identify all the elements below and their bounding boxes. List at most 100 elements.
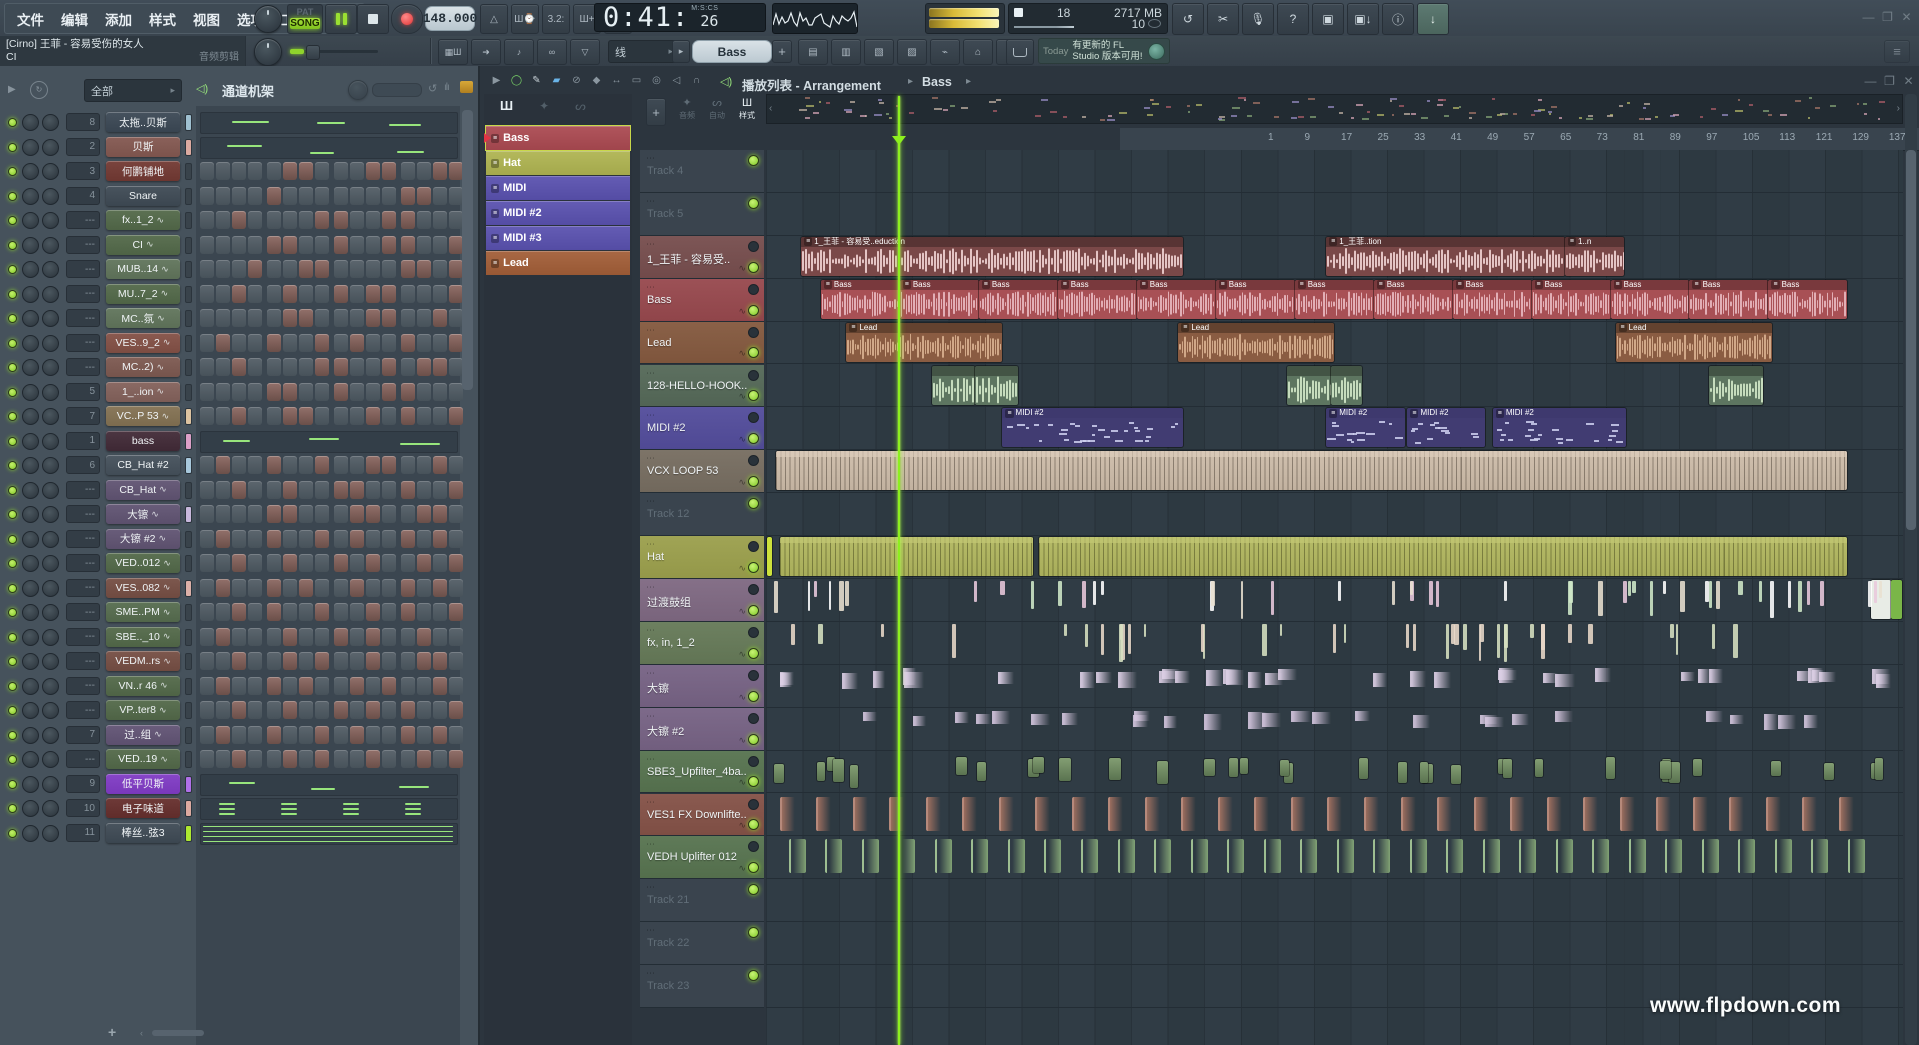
step-cell[interactable] xyxy=(283,383,297,401)
fx-clip[interactable] xyxy=(1204,759,1215,776)
track-header-1[interactable]: ⋯Track 4 xyxy=(640,150,764,193)
stop-button[interactable] xyxy=(357,4,389,34)
step-cell[interactable] xyxy=(401,652,415,670)
pause-button[interactable] xyxy=(325,4,357,34)
hit-clip[interactable] xyxy=(1413,624,1416,651)
step-cell[interactable] xyxy=(449,701,463,719)
track-header-3[interactable]: ⋯1_王菲 - 容易受..∿ xyxy=(640,236,764,279)
step-cell[interactable] xyxy=(232,309,246,327)
picker-pattern-lead[interactable]: ≡Lead xyxy=(486,251,630,275)
channel-number[interactable]: --- xyxy=(66,211,100,229)
hit-clip[interactable] xyxy=(1569,581,1573,603)
track-mute-led[interactable] xyxy=(748,605,759,616)
channel-number[interactable]: 8 xyxy=(66,113,100,131)
channel-volume-knob[interactable] xyxy=(42,384,59,401)
microphone-button[interactable]: 🎙 xyxy=(1242,3,1274,35)
mixer-route-indicator[interactable] xyxy=(185,580,192,597)
uplifter-clip[interactable] xyxy=(825,839,842,873)
channel-led[interactable] xyxy=(8,143,17,152)
track-mute-led[interactable] xyxy=(748,476,759,487)
step-cell[interactable] xyxy=(433,530,447,548)
step-cell[interactable] xyxy=(200,579,214,597)
rack-hscrollbar[interactable] xyxy=(152,1030,204,1036)
downlifter-clip[interactable] xyxy=(1583,797,1600,831)
tab-样式[interactable]: Ш样式 xyxy=(732,97,762,121)
step-cell[interactable] xyxy=(299,309,313,327)
track-led[interactable] xyxy=(748,241,759,252)
mixer-route-indicator[interactable] xyxy=(185,629,192,646)
step-cell[interactable] xyxy=(417,554,431,572)
channel-pan-knob[interactable] xyxy=(22,653,39,670)
crash-clip[interactable] xyxy=(1808,668,1822,683)
step-cell[interactable] xyxy=(299,505,313,523)
step-cell[interactable] xyxy=(248,334,262,352)
step-cell[interactable] xyxy=(334,701,348,719)
step-cell[interactable] xyxy=(232,407,246,425)
track-mute-led[interactable] xyxy=(748,262,759,273)
step-cell[interactable] xyxy=(248,162,262,180)
channel-pan-knob[interactable] xyxy=(22,457,39,474)
step-cell[interactable] xyxy=(334,211,348,229)
track-led[interactable] xyxy=(748,799,759,810)
channel-led[interactable] xyxy=(8,339,17,348)
hit-clip[interactable] xyxy=(1338,581,1341,601)
downlifter-clip[interactable] xyxy=(1364,797,1381,831)
uplifter-clip[interactable] xyxy=(1081,839,1098,873)
uplifter-clip[interactable] xyxy=(1446,839,1463,873)
rack-swing-slider[interactable] xyxy=(372,83,422,97)
track-row-8[interactable] xyxy=(766,450,1903,493)
pat-song-toggle[interactable]: PAT SONG xyxy=(287,4,323,34)
crash-clip[interactable] xyxy=(1062,713,1078,725)
picker-audio-tab-icon[interactable]: ✦ xyxy=(539,99,549,113)
channel-pan-knob[interactable] xyxy=(22,433,39,450)
step-cell[interactable] xyxy=(433,677,447,695)
channel-volume-knob[interactable] xyxy=(42,702,59,719)
step-cell[interactable] xyxy=(283,701,297,719)
step-cell[interactable] xyxy=(232,456,246,474)
crash-clip[interactable] xyxy=(1681,672,1694,681)
uplifter-clip[interactable] xyxy=(898,839,915,873)
step-cell[interactable] xyxy=(382,211,396,229)
step-cell[interactable] xyxy=(283,726,297,744)
step-cell[interactable] xyxy=(334,236,348,254)
step-cell[interactable] xyxy=(299,285,313,303)
crash-clip[interactable] xyxy=(976,714,991,724)
step-cell[interactable] xyxy=(200,554,214,572)
track-mute-led[interactable] xyxy=(748,862,759,873)
channel-number[interactable]: --- xyxy=(66,236,100,254)
step-cell[interactable] xyxy=(366,628,380,646)
song-mode-label[interactable]: SONG xyxy=(290,18,320,29)
piano-roll-button[interactable]: ▤ xyxy=(798,39,828,65)
mixer-route-indicator[interactable] xyxy=(185,825,192,842)
step-cell[interactable] xyxy=(350,652,364,670)
mixer-route-indicator[interactable] xyxy=(185,482,192,499)
step-cell[interactable] xyxy=(283,750,297,768)
step-cell[interactable] xyxy=(315,358,329,376)
clip[interactable]: ≡Bass xyxy=(1295,280,1374,319)
crash-clip[interactable] xyxy=(1278,669,1298,680)
crash-clip[interactable] xyxy=(1159,671,1178,683)
metronome-button[interactable]: △ xyxy=(480,4,508,34)
clip[interactable] xyxy=(1891,580,1901,619)
hit-clip[interactable] xyxy=(839,581,844,611)
step-cell[interactable] xyxy=(401,260,415,278)
channel-pan-knob[interactable] xyxy=(22,335,39,352)
channel-name-button[interactable]: fx..1_2∿ xyxy=(106,210,180,230)
help-button[interactable]: ? xyxy=(1277,3,1309,35)
step-cell[interactable] xyxy=(417,677,431,695)
step-cell[interactable] xyxy=(350,677,364,695)
downlifter-clip[interactable] xyxy=(780,797,797,831)
step-cell[interactable] xyxy=(200,358,214,376)
hit-clip[interactable] xyxy=(1436,581,1439,607)
step-cell[interactable] xyxy=(382,677,396,695)
step-cell[interactable] xyxy=(366,726,380,744)
channel-number[interactable]: 11 xyxy=(66,824,100,842)
mixer-route-indicator[interactable] xyxy=(185,139,192,156)
fx-clip[interactable] xyxy=(1503,759,1511,777)
hit-clip[interactable] xyxy=(791,624,795,645)
step-cell[interactable] xyxy=(401,603,415,621)
step-cell[interactable] xyxy=(449,603,463,621)
step-cell[interactable] xyxy=(382,407,396,425)
step-cell[interactable] xyxy=(350,407,364,425)
step-cell[interactable] xyxy=(232,285,246,303)
